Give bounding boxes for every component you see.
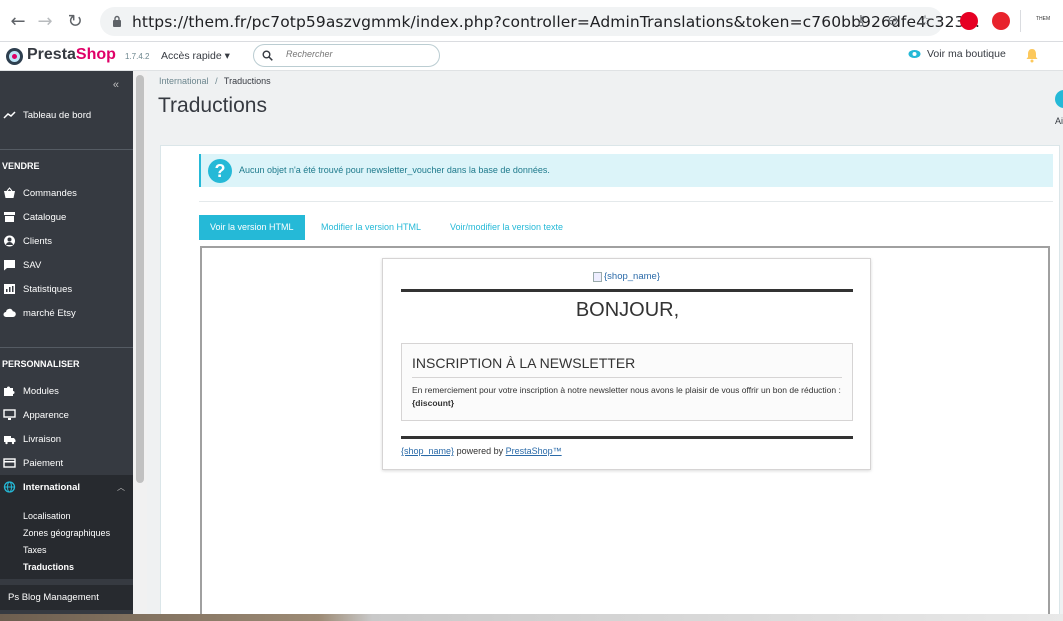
opera-icon[interactable] bbox=[992, 12, 1010, 30]
sidebar-item-dashboard[interactable]: Tableau de bord bbox=[0, 105, 133, 125]
sidebar-sub-zones[interactable]: Zones géographiques bbox=[23, 528, 110, 538]
truck-icon bbox=[4, 436, 16, 445]
puzzle-icon bbox=[4, 386, 15, 396]
page-title: Traductions bbox=[158, 94, 267, 117]
sidebar-item-catalog[interactable]: Catalogue bbox=[0, 207, 133, 227]
breadcrumb-parent[interactable]: International bbox=[159, 76, 209, 86]
lock-icon bbox=[113, 15, 121, 27]
search-icon[interactable] bbox=[262, 50, 273, 61]
sidebar: « Tableau de bord VENDRE Commandes Catal… bbox=[0, 71, 133, 621]
sidebar-sub-localization[interactable]: Localisation bbox=[23, 511, 71, 521]
breadcrumb-current: Traductions bbox=[223, 76, 271, 86]
profile-label[interactable]: THEM bbox=[1036, 16, 1050, 22]
sidebar-item-shipping[interactable]: Livraison bbox=[0, 429, 133, 449]
chart-icon bbox=[4, 284, 15, 294]
email-top-rule bbox=[401, 289, 853, 292]
sidebar-item-blog[interactable]: Ps Blog Management bbox=[0, 585, 133, 610]
back-icon[interactable]: ← bbox=[6, 9, 30, 33]
toolbar-divider bbox=[1020, 10, 1021, 32]
bookmark-star-icon[interactable]: ☆ bbox=[916, 13, 934, 31]
question-icon: ? bbox=[208, 159, 232, 183]
email-greeting: BONJOUR, bbox=[575, 299, 680, 321]
browser-toolbar: ← → ↻ https://them.fr/pc7otp59aszvgmmk/i… bbox=[0, 0, 1063, 42]
section-customize: PERSONNALISER bbox=[2, 359, 80, 369]
help-icon[interactable] bbox=[1055, 90, 1063, 108]
help-label[interactable]: Ai bbox=[1055, 116, 1063, 126]
alert-text: Aucun objet n'a été trouvé pour newslett… bbox=[239, 165, 550, 175]
user-icon bbox=[4, 235, 15, 247]
newsletter-title: INSCRIPTION À LA NEWSLETTER bbox=[412, 355, 636, 371]
sidebar-item-support[interactable]: SAV bbox=[0, 255, 133, 275]
cloud-icon bbox=[3, 308, 16, 317]
eye-icon bbox=[908, 50, 921, 58]
card-icon bbox=[3, 458, 16, 468]
pinterest-icon[interactable] bbox=[960, 12, 978, 30]
prestashop-logo[interactable]: PrestaShop bbox=[27, 46, 116, 64]
collapse-sidebar-icon[interactable]: « bbox=[113, 79, 119, 91]
view-shop-link[interactable]: Voir ma boutique bbox=[908, 48, 1006, 60]
discount-code: {discount} bbox=[412, 398, 455, 408]
sidebar-item-stats[interactable]: Statistiques bbox=[0, 279, 133, 299]
newsletter-box: INSCRIPTION À LA NEWSLETTER En remerciem… bbox=[401, 343, 853, 421]
store-icon bbox=[4, 212, 15, 222]
email-footer: {shop_name} powered by PrestaShop™ bbox=[401, 446, 562, 456]
broken-image-icon bbox=[593, 271, 602, 282]
chevron-up-icon: ︿ bbox=[117, 482, 125, 492]
tab-edit-text[interactable]: Voir/modifier la version texte bbox=[439, 215, 574, 240]
quick-access-menu[interactable]: Accès rapide ▾ bbox=[161, 50, 230, 62]
search-input[interactable] bbox=[286, 49, 431, 59]
monitor-icon bbox=[3, 409, 16, 420]
info-alert: ? Aucun objet n'a été trouvé pour newsle… bbox=[199, 154, 1053, 187]
sidebar-item-orders[interactable]: Commandes bbox=[0, 183, 133, 203]
version-label: 1.7.4.2 bbox=[125, 52, 150, 61]
reload-icon[interactable]: ↻ bbox=[63, 9, 87, 33]
tab-edit-html[interactable]: Modifier la version HTML bbox=[310, 215, 432, 240]
search-box bbox=[253, 44, 440, 67]
newsletter-text: En remerciement pour votre inscription à… bbox=[412, 385, 841, 408]
basket-icon bbox=[4, 187, 15, 198]
desktop-strip bbox=[0, 614, 1063, 621]
sidebar-divider bbox=[0, 149, 133, 150]
breadcrumb: International / Traductions bbox=[159, 76, 271, 86]
admin-header: PrestaShop 1.7.4.2 Accès rapide ▾ Voir m… bbox=[0, 42, 1063, 71]
prestashop-logo-icon bbox=[6, 48, 23, 65]
notification-bell-icon[interactable] bbox=[1025, 48, 1039, 63]
key-icon[interactable]: ⚷ bbox=[852, 13, 870, 31]
sidebar-item-payment[interactable]: Paiement bbox=[0, 453, 133, 473]
sidebar-sub-taxes[interactable]: Taxes bbox=[23, 545, 47, 555]
globe-icon bbox=[3, 481, 16, 493]
sidebar-item-appearance[interactable]: Apparence bbox=[0, 405, 133, 425]
prestashop-link[interactable]: PrestaShop™ bbox=[506, 446, 562, 456]
forward-icon[interactable]: → bbox=[33, 9, 57, 33]
trend-icon bbox=[3, 111, 16, 119]
shop-logo-image: {shop_name} bbox=[593, 271, 660, 282]
newsletter-rule bbox=[412, 377, 842, 378]
zoom-icon[interactable]: ⊖ bbox=[884, 13, 902, 31]
sidebar-item-international[interactable]: International ︿ bbox=[0, 475, 133, 499]
sidebar-sub-translations[interactable]: Traductions bbox=[23, 562, 74, 572]
sidebar-item-etsy[interactable]: marché Etsy bbox=[0, 303, 133, 323]
section-sell: VENDRE bbox=[2, 161, 40, 171]
view-shop-label: Voir ma boutique bbox=[927, 48, 1006, 60]
sidebar-scroll-thumb[interactable] bbox=[136, 75, 144, 483]
email-preview: {shop_name} BONJOUR, INSCRIPTION À LA NE… bbox=[382, 258, 871, 470]
sidebar-divider bbox=[0, 347, 133, 348]
shop-name-link[interactable]: {shop_name} bbox=[401, 446, 454, 456]
address-bar[interactable]: https://them.fr/pc7otp59aszvgmmk/index.p… bbox=[100, 7, 980, 36]
sidebar-item-customers[interactable]: Clients bbox=[0, 231, 133, 251]
sidebar-item-modules[interactable]: Modules bbox=[0, 381, 133, 401]
email-bottom-rule bbox=[401, 436, 853, 439]
divider bbox=[199, 201, 1053, 202]
tab-view-html[interactable]: Voir la version HTML bbox=[199, 215, 305, 240]
chat-icon bbox=[4, 260, 15, 271]
